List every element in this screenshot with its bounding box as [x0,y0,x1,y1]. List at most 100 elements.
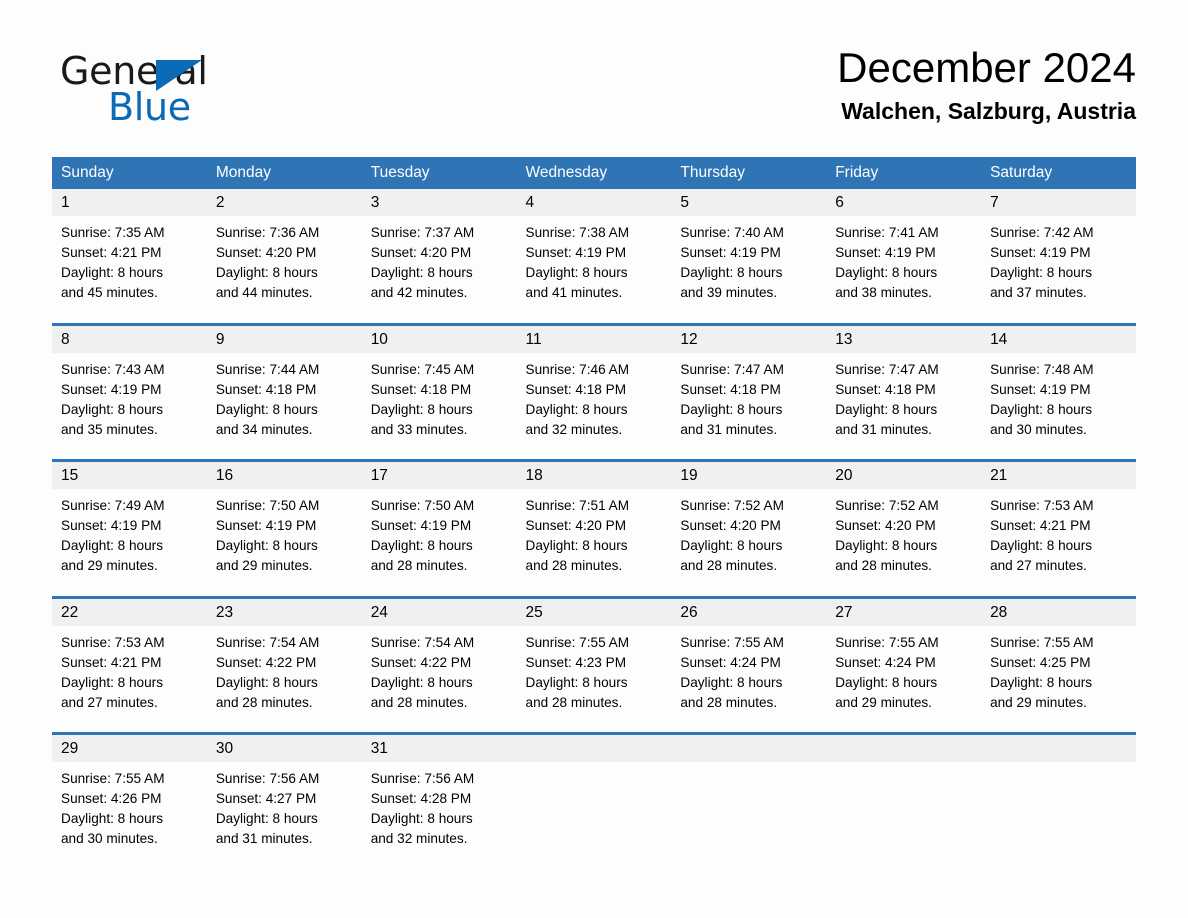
day-number[interactable]: 6 [826,189,982,216]
day-cell[interactable]: Sunrise: 7:36 AM Sunset: 4:20 PM Dayligh… [206,216,362,324]
day-number[interactable]: 9 [206,322,362,353]
title-block: December 2024 Walchen, Salzburg, Austria [837,44,1136,124]
sunset-text: Sunset: 4:18 PM [680,381,781,397]
day-number[interactable]: 1 [52,189,207,216]
day-cell[interactable]: Sunrise: 7:53 AM Sunset: 4:21 PM Dayligh… [52,625,207,734]
day-number[interactable]: 30 [206,732,362,762]
day-number[interactable]: 5 [671,189,827,216]
day-number[interactable]: 14 [981,322,1136,353]
day-detail-row: Sunrise: 7:43 AM Sunset: 4:19 PM Dayligh… [52,352,1136,461]
day-number[interactable]: 21 [981,459,1136,489]
day-number[interactable]: 20 [826,459,982,489]
day-cell[interactable]: Sunrise: 7:55 AM Sunset: 4:26 PM Dayligh… [52,762,207,870]
weekday-header-row: Sunday Monday Tuesday Wednesday Thursday… [52,157,1136,189]
day-cell[interactable]: Sunrise: 7:56 AM Sunset: 4:28 PM Dayligh… [361,762,517,870]
day-number[interactable]: 17 [361,459,517,489]
day-cell[interactable]: Sunrise: 7:45 AM Sunset: 4:18 PM Dayligh… [361,352,517,461]
daylight-text-line1: Daylight: 8 hours [525,265,628,280]
sunset-text: Sunset: 4:19 PM [525,245,627,260]
date-number-row: 29 30 31 [52,732,1136,762]
day-number[interactable]: 28 [981,595,1136,626]
day-cell[interactable]: Sunrise: 7:52 AM Sunset: 4:20 PM Dayligh… [671,489,827,597]
sunrise-text: Sunrise: 7:38 AM [525,225,630,240]
day-cell[interactable]: Sunrise: 7:50 AM Sunset: 4:19 PM Dayligh… [206,489,362,597]
day-cell[interactable]: Sunrise: 7:55 AM Sunset: 4:25 PM Dayligh… [981,625,1136,734]
daylight-text-line1: Daylight: 8 hours [990,265,1093,280]
day-number[interactable]: 3 [361,189,517,216]
day-cell[interactable]: Sunrise: 7:47 AM Sunset: 4:18 PM Dayligh… [826,352,982,461]
sunrise-text: Sunrise: 7:45 AM [370,361,475,377]
daylight-text-line2: and 45 minutes. [61,285,158,300]
sunset-text: Sunset: 4:20 PM [835,518,936,533]
day-cell[interactable]: Sunrise: 7:55 AM Sunset: 4:24 PM Dayligh… [826,625,982,734]
day-number[interactable]: 4 [516,189,672,216]
daylight-text-line2: and 31 minutes. [680,421,778,437]
day-number[interactable]: 12 [671,322,827,353]
daylight-text-line1: Daylight: 8 hours [990,401,1093,417]
day-number[interactable]: 2 [206,189,362,216]
weekday-header-sunday: Sunday [52,157,207,189]
day-number[interactable]: 29 [52,732,207,762]
day-cell[interactable]: Sunrise: 7:50 AM Sunset: 4:19 PM Dayligh… [361,489,517,597]
day-number[interactable]: 25 [516,595,672,626]
day-cell[interactable]: Sunrise: 7:56 AM Sunset: 4:27 PM Dayligh… [206,762,362,870]
day-cell[interactable]: Sunrise: 7:42 AM Sunset: 4:19 PM Dayligh… [981,216,1136,324]
day-cell[interactable]: Sunrise: 7:41 AM Sunset: 4:19 PM Dayligh… [826,216,982,324]
daylight-text-line1: Daylight: 8 hours [370,265,473,280]
day-number[interactable]: 22 [52,595,207,626]
daylight-text-line2: and 44 minutes. [215,285,313,300]
general-blue-logo[interactable]: General Blue [60,52,300,138]
day-cell[interactable]: Sunrise: 7:53 AM Sunset: 4:21 PM Dayligh… [981,489,1136,597]
day-cell[interactable]: Sunrise: 7:35 AM Sunset: 4:21 PM Dayligh… [52,216,207,324]
day-number-empty [516,732,672,762]
sunrise-text: Sunrise: 7:55 AM [990,634,1094,650]
day-cell[interactable]: Sunrise: 7:46 AM Sunset: 4:18 PM Dayligh… [516,352,672,461]
day-cell[interactable]: Sunrise: 7:49 AM Sunset: 4:19 PM Dayligh… [52,489,207,597]
daylight-text-line1: Daylight: 8 hours [835,674,938,690]
sunset-text: Sunset: 4:21 PM [61,245,162,260]
day-number[interactable]: 18 [516,459,672,489]
day-number[interactable]: 16 [206,459,362,489]
day-number[interactable]: 24 [361,595,517,626]
day-cell[interactable]: Sunrise: 7:54 AM Sunset: 4:22 PM Dayligh… [206,625,362,734]
day-number[interactable]: 8 [52,322,207,353]
sunrise-text: Sunrise: 7:56 AM [215,771,320,786]
daylight-text-line2: and 29 minutes. [990,694,1087,710]
day-cell[interactable]: Sunrise: 7:55 AM Sunset: 4:23 PM Dayligh… [516,625,672,734]
day-cell[interactable]: Sunrise: 7:44 AM Sunset: 4:18 PM Dayligh… [206,352,362,461]
weekday-header-thursday: Thursday [671,157,827,189]
day-number[interactable]: 31 [361,732,517,762]
day-number[interactable]: 13 [826,322,982,353]
day-cell[interactable]: Sunrise: 7:52 AM Sunset: 4:20 PM Dayligh… [826,489,982,597]
day-detail-row: Sunrise: 7:53 AM Sunset: 4:21 PM Dayligh… [52,625,1136,734]
day-number[interactable]: 15 [52,459,207,489]
day-number[interactable]: 10 [361,322,517,353]
sunrise-text: Sunrise: 7:51 AM [525,498,630,513]
day-cell[interactable]: Sunrise: 7:38 AM Sunset: 4:19 PM Dayligh… [516,216,672,324]
day-cell[interactable]: Sunrise: 7:43 AM Sunset: 4:19 PM Dayligh… [52,352,207,461]
day-detail-row: Sunrise: 7:55 AM Sunset: 4:26 PM Dayligh… [52,762,1136,870]
day-number[interactable]: 23 [206,595,362,626]
daylight-text-line2: and 28 minutes. [680,558,778,573]
date-number-row: 8 9 10 11 12 13 14 [52,322,1136,353]
day-number[interactable]: 11 [516,322,672,353]
sunset-text: Sunset: 4:25 PM [990,654,1091,670]
day-number[interactable]: 26 [671,595,827,626]
daylight-text-line2: and 37 minutes. [990,285,1087,300]
daylight-text-line1: Daylight: 8 hours [370,538,473,553]
day-cell[interactable]: Sunrise: 7:48 AM Sunset: 4:19 PM Dayligh… [981,352,1136,461]
sunrise-text: Sunrise: 7:53 AM [61,634,165,650]
day-cell[interactable]: Sunrise: 7:40 AM Sunset: 4:19 PM Dayligh… [671,216,827,324]
day-cell[interactable]: Sunrise: 7:54 AM Sunset: 4:22 PM Dayligh… [361,625,517,734]
day-number-empty [826,732,982,762]
day-number[interactable]: 7 [981,189,1136,216]
day-cell[interactable]: Sunrise: 7:37 AM Sunset: 4:20 PM Dayligh… [361,216,517,324]
day-cell[interactable]: Sunrise: 7:51 AM Sunset: 4:20 PM Dayligh… [516,489,672,597]
day-number[interactable]: 27 [826,595,982,626]
daylight-text-line1: Daylight: 8 hours [61,674,164,690]
day-cell[interactable]: Sunrise: 7:47 AM Sunset: 4:18 PM Dayligh… [671,352,827,461]
sunset-text: Sunset: 4:19 PM [61,518,162,533]
day-number[interactable]: 19 [671,459,827,489]
daylight-text-line1: Daylight: 8 hours [525,674,628,690]
day-cell[interactable]: Sunrise: 7:55 AM Sunset: 4:24 PM Dayligh… [671,625,827,734]
